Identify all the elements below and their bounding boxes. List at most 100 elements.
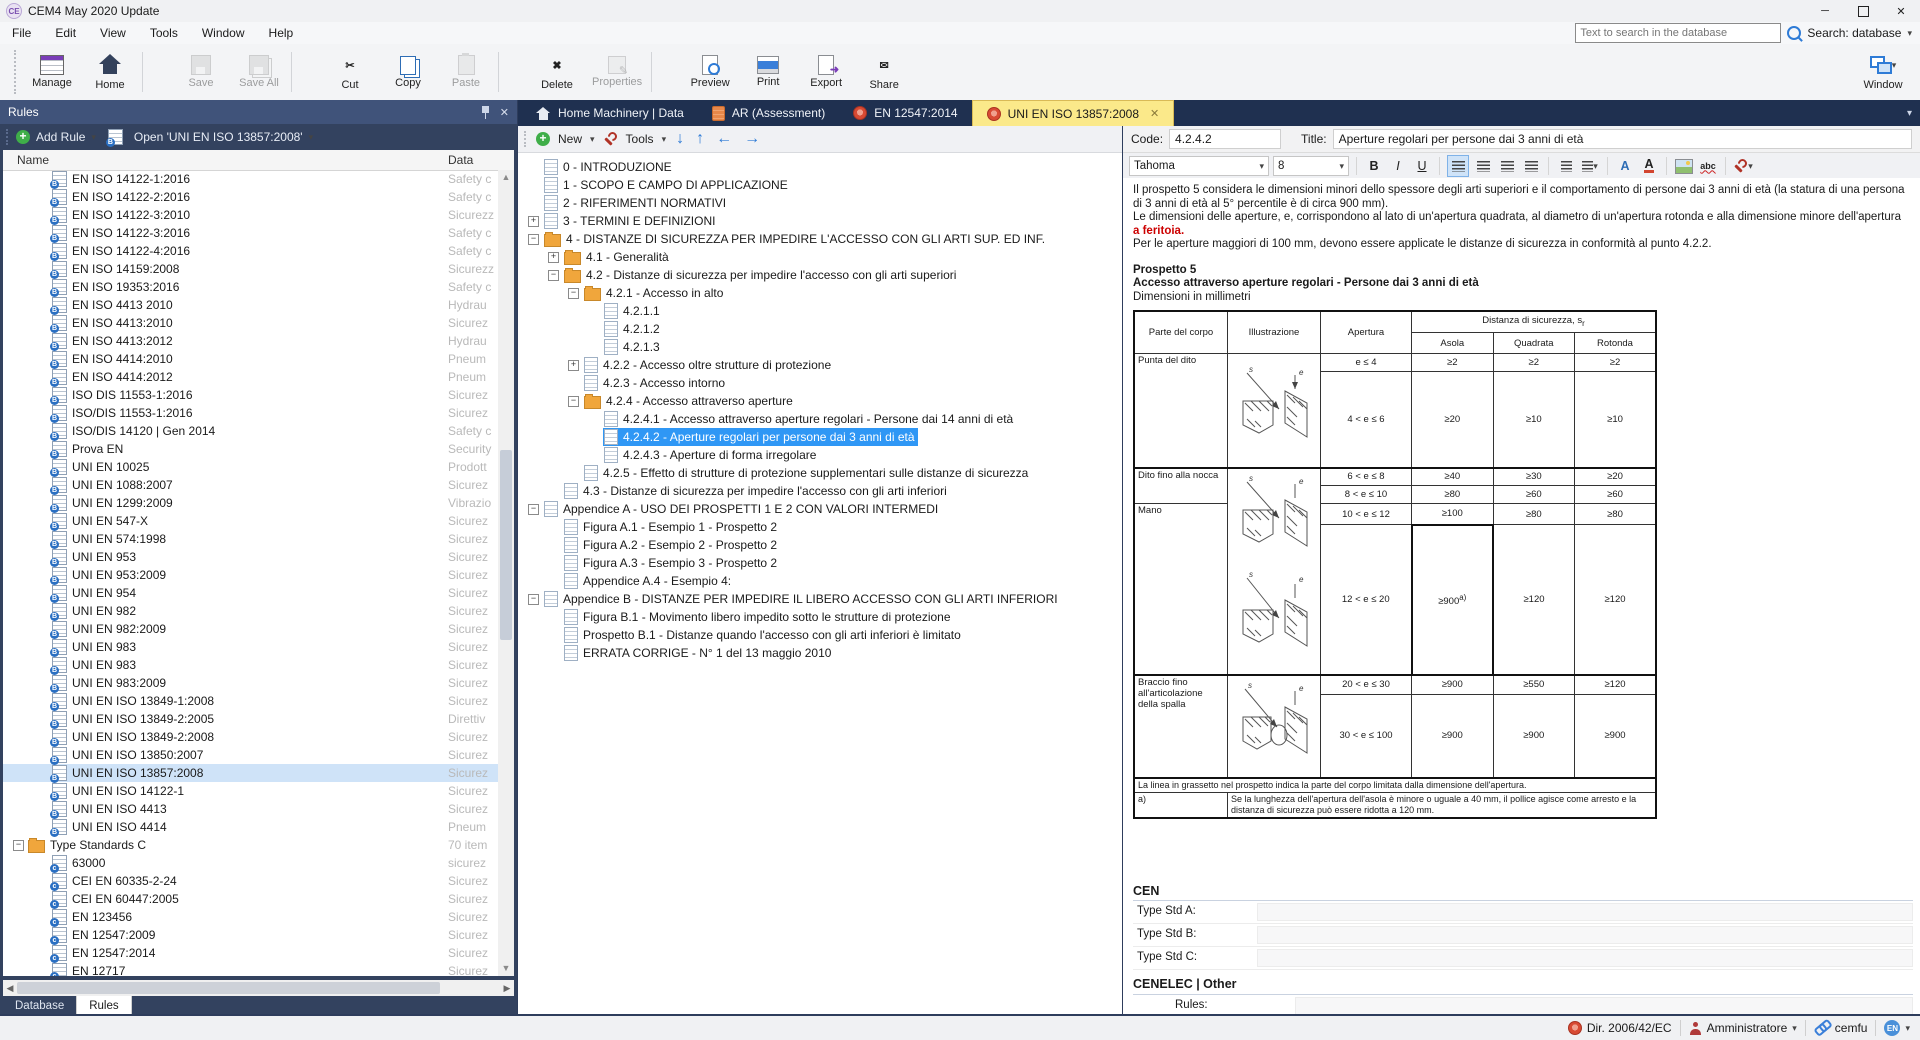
menu-item[interactable]: File [0,22,43,44]
tree-item[interactable]: − Appendice A - USO DEI PROSPETTI 1 E 2 … [518,500,1122,518]
search-scope-button[interactable]: Search: database [1807,26,1901,40]
list-item[interactable]: UNI EN 10025 Prodott [3,458,498,476]
list-item[interactable]: UNI EN ISO 13849-2:2005 Direttiv [3,710,498,728]
scroll-thumb[interactable] [500,450,512,640]
list-item[interactable]: EN ISO 14122-2:2016 Safety c [3,188,498,206]
list-item[interactable]: UNI EN 547-X Sicurez [3,512,498,530]
tree-item[interactable]: 4.2.4.3 - Aperture di forma irregolare [518,446,1122,464]
toolbar-button[interactable] [142,52,169,92]
align-left-button[interactable] [1447,155,1469,177]
list-item[interactable]: 63000 sicurez [3,854,498,872]
new-node-button[interactable]: New [558,132,582,146]
menu-item[interactable]: Help [257,22,306,44]
column-header-name[interactable]: Name [3,153,448,167]
close-button[interactable]: ✕ [1882,0,1920,22]
rules-horizontal-scrollbar[interactable]: ◀ ▶ [3,980,514,996]
list-item[interactable]: UNI EN 983 Sicurez [3,656,498,674]
maximize-button[interactable] [1844,0,1882,22]
tree-item[interactable]: + 4.2.2 - Accesso oltre strutture di pro… [518,356,1122,374]
toolbar-button[interactable] [498,52,525,92]
search-input[interactable] [1575,23,1781,43]
font-color-button[interactable]: A [1615,156,1635,176]
tree-item[interactable]: Figura B.1 - Movimento libero impedito s… [518,608,1122,626]
document-tab[interactable]: Home Machinery | Data [522,100,698,126]
rules-vertical-scrollbar[interactable]: ▲ ▼ [498,170,514,976]
tree-item[interactable]: 4.2.4.2 - Aperture regolari per persone … [518,428,1122,446]
list-item[interactable]: EN ISO 4413:2010 Sicurez [3,314,498,332]
menu-item[interactable]: Window [190,22,257,44]
toolbar-button[interactable]: Properties [586,44,648,100]
list-item[interactable]: UNI EN ISO 4413 Sicurez [3,800,498,818]
list-item[interactable]: UNI EN ISO 13849-2:2008 Sicurez [3,728,498,746]
tree-item[interactable]: − Appendice B - DISTANZE PER IMPEDIRE IL… [518,590,1122,608]
add-rule-caret-icon[interactable]: ▾ [91,132,96,143]
align-justify-button[interactable] [1521,156,1541,176]
toolbar-button[interactable] [291,52,318,92]
menu-item[interactable]: Tools [138,22,190,44]
list-item[interactable]: EN ISO 14122-1:2016 Safety c [3,170,498,188]
list-item[interactable]: UNI EN ISO 14122-1 Sicurez [3,782,498,800]
list-item[interactable]: EN ISO 14122-3:2010 Sicurezz [3,206,498,224]
open-standard-caret-icon[interactable]: ▾ [309,132,314,143]
toolbar-button[interactable]: ✖ Delete [528,44,586,100]
pin-icon[interactable] [481,106,490,119]
expander-icon[interactable]: + [548,252,559,263]
tree-item[interactable]: − 4.2.1 - Accesso in alto [518,284,1122,302]
rules-field[interactable] [1295,997,1913,1015]
document-tab[interactable]: EN 12547:2014 [839,100,971,126]
list-item[interactable]: EN ISO 14122-4:2016 Safety c [3,242,498,260]
tree-item[interactable]: Appendice A.4 - Esempio 4: [518,572,1122,590]
toolbar-button[interactable] [651,52,678,92]
list-item[interactable]: UNI EN ISO 13850:2007 Sicurez [3,746,498,764]
list-item[interactable]: UNI EN 1299:2009 Vibrazio [3,494,498,512]
expander-icon[interactable]: + [568,360,579,371]
tree-item[interactable]: + 4.1 - Generalità [518,248,1122,266]
editor-tools-button[interactable]: ▾ [1733,156,1753,176]
expander-icon[interactable]: + [528,216,539,227]
expander-icon[interactable]: − [528,594,539,605]
list-item[interactable]: EN 12717 Sicurez [3,962,498,976]
tree-item[interactable]: ERRATA CORRIGE - N° 1 del 13 maggio 2010 [518,644,1122,662]
list-item[interactable]: ISO/DIS 14120 | Gen 2014 Safety c [3,422,498,440]
list-item[interactable]: Prova EN Security [3,440,498,458]
editor-content[interactable]: Il prospetto 5 considera le dimensioni m… [1123,178,1920,1016]
toolbar-button[interactable]: Manage [23,44,81,100]
toolbar-button[interactable]: ✂ Cut [321,44,379,100]
tree-item[interactable]: Prospetto B.1 - Distanze quando l'access… [518,626,1122,644]
list-item[interactable]: EN ISO 4413 2010 Hydrau [3,296,498,314]
title-field[interactable]: Aperture regolari per persone dai 3 anni… [1333,129,1912,149]
tree-item[interactable]: 0 - INTRODUZIONE [518,158,1122,176]
bold-button[interactable]: B [1364,156,1384,176]
tree-item[interactable]: 4.2.4.1 - Accesso attraverso aperture re… [518,410,1122,428]
list-item[interactable]: UNI EN 983 Sicurez [3,638,498,656]
tab-list-caret-icon[interactable]: ▾ [1899,100,1920,126]
list-item[interactable]: UNI EN 953:2009 Sicurez [3,566,498,584]
minimize-button[interactable]: ─ [1806,0,1844,22]
add-rule-button[interactable]: Add Rule [36,130,85,144]
column-header-data[interactable]: Data [448,153,514,167]
list-item[interactable]: UNI EN 574:1998 Sicurez [3,530,498,548]
toolbar-button[interactable]: Preview [681,44,739,100]
new-node-caret-icon[interactable]: ▾ [590,134,595,145]
type-std-a-field[interactable] [1257,903,1913,921]
list-item[interactable]: CEI EN 60447:2005 Sicurez [3,890,498,908]
expander-icon[interactable]: − [528,234,539,245]
bullet-list-button[interactable] [1556,156,1576,176]
navigate-back-button[interactable]: ← [714,131,734,147]
list-item[interactable]: EN ISO 14159:2008 Sicurezz [3,260,498,278]
numbered-list-button[interactable]: ▾ [1580,156,1600,176]
panel-tab[interactable]: Rules [76,996,131,1016]
expander-icon[interactable]: − [548,270,559,281]
toolbar-button[interactable]: Save [172,44,230,100]
list-item[interactable]: UNI EN ISO 4414 Pneum [3,818,498,836]
tree-item[interactable]: 4.2.1.2 [518,320,1122,338]
open-standard-button[interactable]: Open 'UNI EN ISO 13857:2008' [134,130,303,144]
tree-item[interactable]: Figura A.3 - Esempio 3 - Prospetto 2 [518,554,1122,572]
list-item[interactable]: EN ISO 4414:2012 Pneum [3,368,498,386]
toolbar-button[interactable]: Save All [230,44,288,100]
scroll-right-icon[interactable]: ▶ [500,983,514,994]
scroll-up-icon[interactable]: ▲ [498,170,514,185]
tree-item[interactable]: − 4.2 - Distanze di sicurezza per impedi… [518,266,1122,284]
toolbar-button[interactable]: Copy [379,44,437,100]
link-status[interactable]: cemfu [1814,1021,1868,1035]
